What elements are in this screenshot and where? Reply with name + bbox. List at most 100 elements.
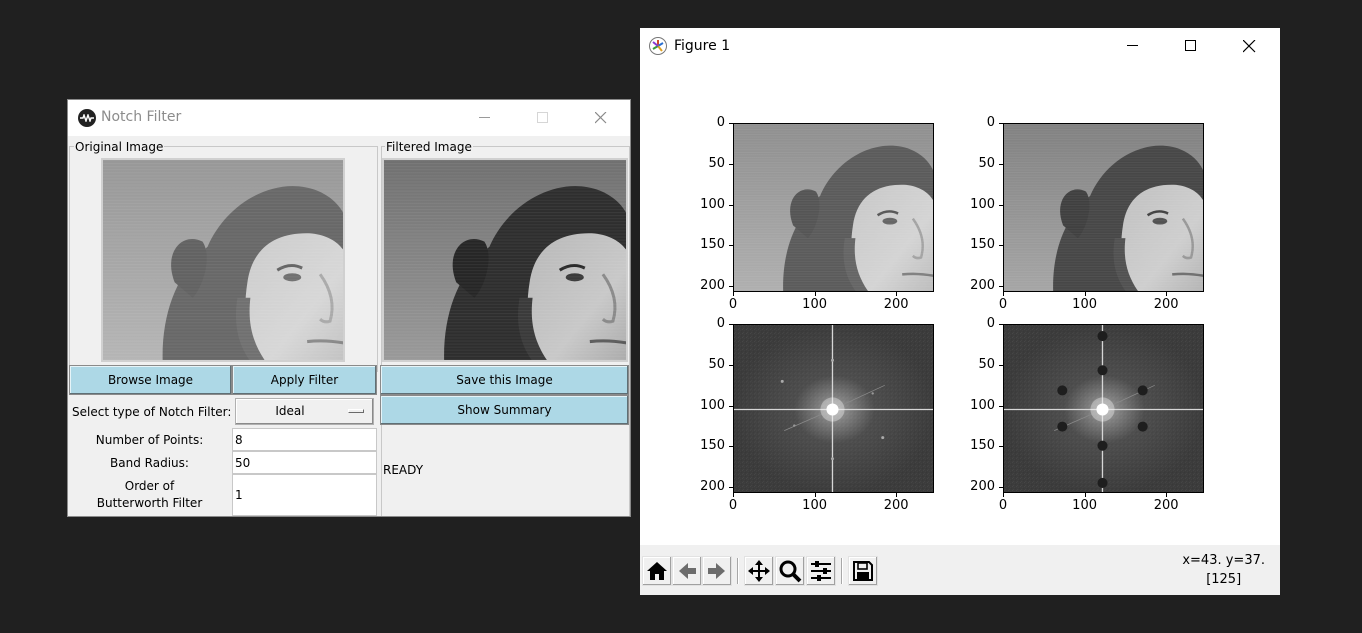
minimize-icon[interactable] [462, 100, 508, 136]
band-radius-input[interactable]: 50 [232, 451, 377, 474]
figure-window: Figure 1 x=43. y=37. [125] 0 50 100 150 … [640, 28, 1280, 595]
y-tick-label: 200 [970, 278, 995, 294]
original-spectrum-axes[interactable] [733, 324, 934, 493]
y-tick-label: 150 [700, 438, 725, 454]
order-label-line1: Order of [124, 479, 175, 493]
y-tick-label: 0 [716, 316, 725, 331]
x-tick-label: 100 [802, 297, 827, 312]
notch-filter-window: Notch Filter Original Image Filtered Ima… [67, 99, 631, 517]
x-tick-label: 0 [998, 297, 1008, 312]
y-tick-mark [729, 324, 733, 325]
back-arrow-icon[interactable] [672, 556, 702, 586]
pan-icon[interactable] [744, 556, 774, 586]
x-tick-label: 200 [1153, 498, 1179, 513]
y-tick-mark [999, 487, 1003, 489]
x-tick-mark [1003, 292, 1004, 296]
y-tick-label: 0 [986, 316, 995, 331]
y-tick-mark [999, 324, 1003, 325]
x-tick-label: 0 [728, 498, 738, 513]
y-tick-label: 100 [700, 397, 725, 413]
forward-arrow-icon[interactable] [702, 556, 732, 586]
x-tick-mark [896, 493, 898, 497]
filtered-image [382, 158, 628, 362]
y-tick-mark [999, 204, 1003, 206]
y-tick-mark [999, 364, 1003, 366]
y-tick-label: 150 [970, 438, 995, 454]
x-tick-mark [1166, 493, 1168, 497]
notch-window-titlebar[interactable]: Notch Filter [68, 100, 630, 136]
x-tick-mark [814, 292, 816, 296]
y-tick-mark [729, 204, 733, 206]
close-icon[interactable] [1226, 28, 1272, 64]
y-tick-label: 50 [708, 155, 725, 171]
y-tick-label: 150 [700, 237, 725, 253]
y-tick-mark [729, 123, 733, 124]
filtered-spectrum-axes[interactable] [1003, 324, 1204, 493]
home-icon[interactable] [642, 556, 672, 586]
filter-type-dropdown[interactable]: Ideal [235, 398, 374, 425]
figure-window-titlebar[interactable]: Figure 1 [640, 28, 1280, 64]
configure-subplots-icon[interactable] [806, 556, 836, 586]
x-tick-mark [733, 493, 734, 497]
y-tick-mark [999, 446, 1003, 448]
save-icon[interactable] [848, 556, 878, 586]
y-tick-mark [729, 405, 733, 407]
figure-title: Figure 1 [674, 38, 731, 54]
y-tick-label: 50 [978, 356, 995, 372]
y-tick-label: 50 [708, 356, 725, 372]
y-tick-mark [999, 405, 1003, 407]
y-tick-label: 0 [716, 115, 725, 130]
x-tick-label: 200 [883, 297, 909, 312]
x-tick-mark [1084, 493, 1086, 497]
x-tick-mark [1084, 292, 1086, 296]
dropdown-indicator-icon [348, 409, 364, 413]
y-tick-mark [999, 286, 1003, 288]
apply-filter-button[interactable]: Apply Filter [232, 365, 377, 395]
x-tick-label: 100 [802, 498, 827, 513]
y-tick-mark [999, 245, 1003, 247]
y-tick-label: 100 [970, 196, 995, 212]
maximize-icon[interactable] [1168, 28, 1214, 64]
order-label: Order of Butterworth Filter [69, 478, 230, 512]
y-tick-mark [999, 123, 1003, 124]
cursor-coordinates-xy: x=43. y=37. [1182, 553, 1265, 568]
band-radius-label: Band Radius: [110, 456, 189, 470]
save-image-button[interactable]: Save this Image [380, 365, 629, 395]
num-points-input[interactable]: 8 [232, 428, 377, 451]
x-tick-mark [1166, 292, 1168, 296]
num-points-label: Number of Points: [95, 433, 204, 447]
y-tick-mark [729, 487, 733, 489]
matplotlib-icon [649, 37, 667, 55]
cursor-coordinates: x=43. y=37. [125] [1182, 551, 1265, 589]
zoom-icon[interactable] [775, 556, 805, 586]
y-tick-mark [729, 163, 733, 165]
tk-feather-icon [78, 109, 96, 127]
window-title: Notch Filter [101, 109, 182, 125]
x-tick-mark [733, 292, 734, 296]
x-tick-mark [896, 292, 898, 296]
y-tick-mark [729, 364, 733, 366]
filter-type-label: Select type of Notch Filter: [72, 405, 232, 419]
filtered-image-axes[interactable] [1003, 123, 1204, 292]
original-image [101, 158, 345, 362]
y-tick-label: 200 [700, 278, 725, 294]
x-tick-label: 0 [728, 297, 738, 312]
show-summary-button[interactable]: Show Summary [380, 395, 629, 425]
status-text: READY [383, 463, 424, 477]
y-tick-label: 100 [970, 397, 995, 413]
close-icon[interactable] [578, 100, 624, 136]
browse-image-button[interactable]: Browse Image [69, 365, 232, 395]
y-tick-label: 200 [970, 479, 995, 495]
minimize-icon[interactable] [1110, 28, 1156, 64]
y-tick-mark [729, 446, 733, 448]
x-tick-label: 100 [1072, 297, 1097, 312]
navigation-toolbar: x=43. y=37. [125] [640, 545, 1280, 595]
toolbar-separator [841, 558, 843, 584]
original-image-label: Original Image [74, 140, 165, 154]
x-tick-label: 100 [1072, 498, 1097, 513]
y-tick-mark [999, 163, 1003, 165]
original-image-axes[interactable] [733, 123, 934, 292]
order-input[interactable]: 1 [232, 474, 377, 516]
maximize-icon[interactable] [520, 100, 566, 136]
y-tick-label: 50 [978, 155, 995, 171]
